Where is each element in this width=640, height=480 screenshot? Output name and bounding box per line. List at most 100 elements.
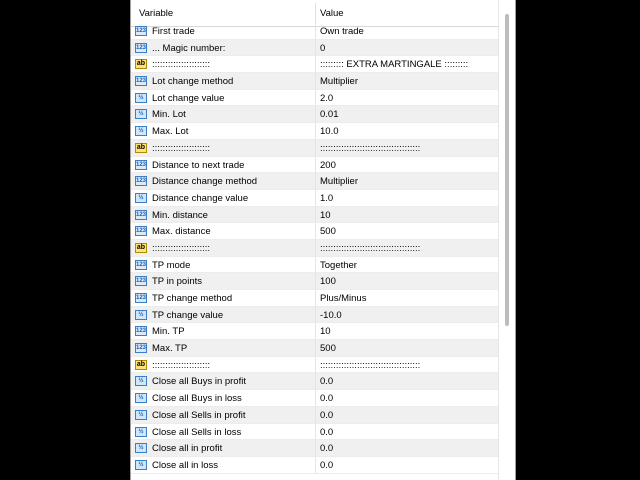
table-row[interactable]: ½ Lot change value 2.0	[131, 89, 498, 107]
table-row[interactable]: 123 ... Magic number: 0	[131, 39, 498, 57]
parameter-name: Close all Sells in loss	[152, 426, 242, 438]
column-divider	[315, 239, 316, 256]
table-row[interactable]: 123 TP change method Plus/Minus	[131, 290, 498, 307]
table-row[interactable]: 123 Min. distance 10	[131, 206, 498, 224]
double-type-icon: ½	[135, 126, 147, 137]
string-type-icon: ab	[135, 242, 147, 253]
parameter-name: Lot change method	[152, 76, 234, 88]
parameter-name: ::::::::::::::::::::::	[152, 142, 211, 154]
column-header-variable[interactable]: Variable	[139, 8, 173, 19]
table-row[interactable]: 123 First trade Own trade	[131, 23, 498, 40]
table-row[interactable]: ½ Min. Lot 0.01	[131, 106, 498, 124]
parameter-value[interactable]: ::::::::::::::::::::::::::::::::::::::	[320, 243, 420, 254]
integer-type-icon: 123	[135, 343, 147, 354]
parameter-value[interactable]: -10.0	[320, 310, 342, 321]
table-row[interactable]: ab::::::::::::::::::::::::::::::::::::::…	[131, 356, 498, 374]
parameter-value[interactable]: 0.0	[320, 410, 333, 421]
parameter-name: Min. TP	[152, 326, 185, 338]
column-divider	[315, 139, 316, 156]
scrollbar-thumb[interactable]	[505, 14, 509, 326]
table-row[interactable]: 123 Max. distance 500	[131, 223, 498, 240]
integer-type-icon: 123	[135, 326, 147, 337]
column-divider	[315, 306, 316, 323]
parameter-value[interactable]: 0.0	[320, 460, 333, 471]
column-divider	[315, 123, 316, 139]
parameter-value[interactable]: ::::::::: EXTRA MARTINGALE :::::::::	[320, 59, 468, 70]
table-row[interactable]: ½ Close all Sells in loss 0.0	[131, 423, 498, 441]
integer-type-icon: 123	[135, 226, 147, 237]
integer-type-icon: 123	[135, 209, 147, 220]
column-divider	[315, 56, 316, 73]
column-divider	[315, 256, 316, 273]
table-row[interactable]: ½ Distance change value 1.0	[131, 189, 498, 207]
parameter-value[interactable]: Own trade	[320, 26, 364, 37]
table-row[interactable]: 123 TP in points 100	[131, 273, 498, 290]
column-divider	[315, 456, 316, 473]
column-divider	[315, 89, 316, 106]
parameter-name: Close all in profit	[152, 443, 223, 455]
parameter-value[interactable]: 0.0	[320, 393, 333, 404]
table-row[interactable]: ½ Max. Lot 10.0	[131, 123, 498, 140]
parameter-value[interactable]: 500	[320, 343, 336, 354]
double-type-icon: ½	[135, 426, 147, 437]
table-row[interactable]: 123 Distance change method Multiplier	[131, 173, 498, 190]
double-type-icon: ½	[135, 109, 147, 120]
column-divider[interactable]	[315, 3, 316, 23]
parameter-value[interactable]: 0.01	[320, 109, 339, 120]
parameter-name: TP in points	[152, 276, 202, 288]
double-type-icon: ½	[135, 393, 147, 404]
parameter-value[interactable]: Plus/Minus	[320, 293, 366, 304]
parameter-value[interactable]: Multiplier	[320, 176, 358, 187]
table-row[interactable]: ab::::::::::::::::::::::::::::::::::::::…	[131, 239, 498, 257]
parameter-name: Distance to next trade	[152, 159, 245, 171]
parameter-value[interactable]: 2.0	[320, 93, 333, 104]
parameter-name: TP change method	[152, 293, 233, 304]
parameter-value[interactable]: 1.0	[320, 193, 333, 204]
parameter-name: TP mode	[152, 259, 191, 271]
parameter-value[interactable]: 0.0	[320, 443, 333, 454]
parameter-value[interactable]: 200	[320, 160, 336, 171]
parameter-value[interactable]: Multiplier	[320, 76, 358, 87]
integer-type-icon: 123	[135, 176, 147, 187]
parameter-value[interactable]: 500	[320, 226, 336, 237]
column-header-value[interactable]: Value	[320, 8, 344, 19]
parameter-value[interactable]: 0	[320, 43, 325, 54]
parameter-name: First trade	[152, 26, 195, 37]
parameter-value[interactable]: 10	[320, 326, 331, 337]
integer-type-icon: 123	[135, 259, 147, 270]
parameter-name: TP change value	[152, 309, 224, 321]
table-row[interactable]: 123 Min. TP 10	[131, 323, 498, 341]
table-row[interactable]: ab::::::::::::::::::::::::::::::::::::::…	[131, 139, 498, 157]
vertical-scrollbar[interactable]	[498, 0, 515, 480]
parameter-name: ::::::::::::::::::::::	[152, 359, 211, 371]
parameter-value[interactable]: 10.0	[320, 126, 339, 137]
string-type-icon: ab	[135, 142, 147, 153]
column-divider	[315, 440, 316, 456]
table-row[interactable]: ½ Close all Buys in profit 0.0	[131, 373, 498, 391]
table-row[interactable]: 123 Distance to next trade 200	[131, 156, 498, 174]
parameter-name: Max. TP	[152, 343, 188, 355]
parameter-name: ::::::::::::::::::::::	[152, 59, 211, 71]
table-row[interactable]: ½ Close all in profit 0.0	[131, 440, 498, 457]
parameter-name: Max. distance	[152, 226, 211, 238]
parameter-value[interactable]: ::::::::::::::::::::::::::::::::::::::	[320, 360, 420, 371]
table-row[interactable]: 123 TP mode Together	[131, 256, 498, 274]
column-divider	[315, 173, 316, 189]
table-row[interactable]: ½ Close all Buys in loss 0.0	[131, 390, 498, 407]
parameter-value[interactable]: Together	[320, 260, 357, 271]
parameter-value[interactable]: ::::::::::::::::::::::::::::::::::::::	[320, 143, 420, 154]
parameter-value[interactable]: 10	[320, 210, 331, 221]
double-type-icon: ½	[135, 459, 147, 470]
table-row[interactable]: 123 Lot change method Multiplier	[131, 73, 498, 90]
table-row[interactable]: ½ Close all Sells in profit 0.0	[131, 406, 498, 424]
parameter-value[interactable]: 100	[320, 276, 336, 287]
integer-type-icon: 123	[135, 76, 147, 87]
table-row[interactable]: ab::::::::::::::::::::::::::::::: EXTRA …	[131, 56, 498, 74]
column-divider	[315, 106, 316, 123]
table-row[interactable]: ½ Close all in loss 0.0	[131, 456, 498, 474]
parameter-name: Close all Buys in loss	[152, 393, 242, 405]
table-row[interactable]: ½ TP change value -10.0	[131, 306, 498, 324]
table-row[interactable]: 123 Max. TP 500	[131, 340, 498, 357]
parameter-value[interactable]: 0.0	[320, 427, 333, 438]
parameter-value[interactable]: 0.0	[320, 376, 333, 387]
